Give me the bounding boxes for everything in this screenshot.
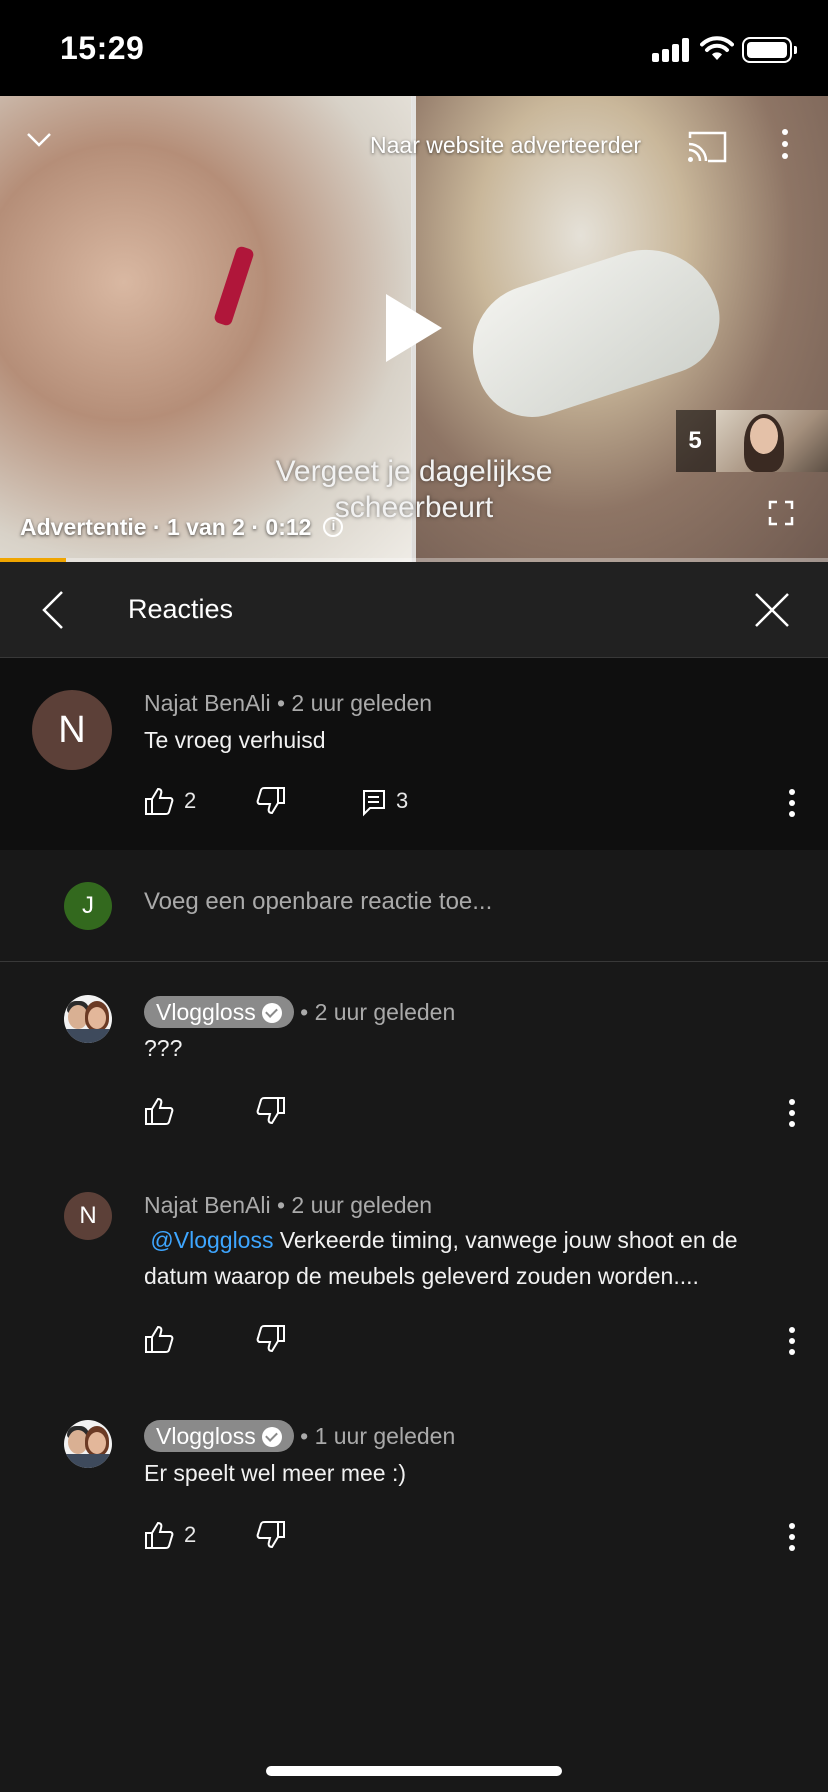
close-icon[interactable]: [752, 590, 792, 630]
thumb-down-icon[interactable]: [256, 786, 286, 816]
avatar[interactable]: N: [64, 1192, 112, 1240]
comment-author[interactable]: Najat BenAli: [144, 690, 271, 716]
comment-meta: Najat BenAli • 2 uur geleden: [144, 1192, 432, 1219]
check-circle-icon: [261, 1427, 282, 1447]
battery-icon: [742, 37, 797, 63]
info-icon[interactable]: [323, 517, 344, 537]
add-reply-row[interactable]: J Voeg een openbare reactie toe...: [0, 850, 828, 962]
comment-time: • 2 uur geleden: [293, 999, 456, 1025]
comment-meta: Vloggloss • 2 uur geleden: [144, 996, 455, 1028]
comments-header: Reacties: [0, 562, 828, 658]
comment-time: • 1 uur geleden: [293, 1423, 456, 1449]
skip-countdown: 5: [688, 427, 702, 454]
video-player[interactable]: Naar website adverteerder Vergeet je dag…: [0, 96, 828, 562]
status-bar: 15:29: [0, 0, 828, 96]
thumb-down-icon[interactable]: [256, 1096, 286, 1126]
thumb-up-icon[interactable]: [144, 1324, 174, 1354]
avatar[interactable]: N: [32, 690, 112, 770]
avatar[interactable]: [64, 1420, 112, 1468]
comment-time: • 2 uur geleden: [270, 1192, 433, 1218]
cast-icon[interactable]: [686, 130, 728, 164]
chevron-down-icon[interactable]: [26, 126, 52, 152]
thumb-up-icon[interactable]: [144, 1520, 174, 1550]
comment-time: • 2 uur geleden: [270, 690, 433, 716]
ad-info-text: Advertentie · 1 van 2 · 0:12: [20, 514, 312, 540]
back-icon[interactable]: [38, 588, 68, 632]
comment-text: Er speelt wel meer mee :): [144, 1460, 407, 1486]
comment-text: Te vroeg verhuisd: [144, 727, 326, 753]
advertiser-link[interactable]: Naar website adverteerder: [370, 132, 641, 159]
fullscreen-icon[interactable]: [768, 500, 794, 526]
mention-link[interactable]: @Vloggloss: [150, 1227, 273, 1253]
comment-text: ???: [144, 1035, 183, 1061]
more-vert-icon[interactable]: [788, 788, 796, 818]
play-icon[interactable]: [384, 292, 444, 364]
user-avatar: J: [64, 882, 112, 930]
more-vert-icon[interactable]: [780, 124, 790, 164]
thumb-down-icon[interactable]: [256, 1324, 286, 1354]
reply-count: 3: [396, 788, 409, 813]
thumb-up-icon[interactable]: [144, 786, 174, 816]
thumb-up-icon[interactable]: [144, 1096, 174, 1126]
more-vert-icon[interactable]: [788, 1326, 796, 1356]
next-video-thumbnail: [716, 410, 828, 472]
comment-text-line-2: datum waarop de meubels geleverd zouden …: [144, 1263, 699, 1289]
author-chip[interactable]: Vloggloss: [144, 996, 294, 1028]
skip-ad-preview[interactable]: 5: [676, 410, 828, 472]
reply-input[interactable]: Voeg een openbare reactie toe...: [144, 888, 492, 916]
thumb-down-icon[interactable]: [256, 1520, 286, 1550]
wifi-icon: [700, 36, 734, 60]
author-chip[interactable]: Vloggloss: [144, 1420, 294, 1452]
comment-author[interactable]: Najat BenAli: [144, 1192, 271, 1218]
cellular-signal-icon: [652, 38, 692, 62]
comment-text-line-1: @Vloggloss Verkeerde timing, vanwege jou…: [150, 1227, 738, 1253]
status-time: 15:29: [60, 30, 145, 66]
home-indicator[interactable]: [266, 1766, 562, 1776]
like-count: 2: [184, 788, 197, 813]
comment-meta: Vloggloss • 1 uur geleden: [144, 1420, 455, 1452]
check-circle-icon: [261, 1003, 282, 1023]
comment-author: Vloggloss: [156, 999, 256, 1025]
ad-info: Advertentie · 1 van 2 · 0:12: [20, 514, 344, 541]
more-vert-icon[interactable]: [788, 1098, 796, 1128]
comment-text: @Vloggloss Verkeerde timing, vanwege jou…: [144, 1222, 804, 1294]
comment-author: Vloggloss: [156, 1423, 256, 1449]
parent-comment: N Najat BenAli • 2 uur geleden Te vroeg …: [0, 658, 828, 850]
comment-meta: Najat BenAli • 2 uur geleden: [144, 690, 432, 717]
comment-icon[interactable]: [360, 788, 390, 818]
avatar[interactable]: [64, 995, 112, 1043]
like-count: 2: [184, 1522, 197, 1547]
more-vert-icon[interactable]: [788, 1522, 796, 1552]
panel-title: Reacties: [128, 594, 234, 624]
